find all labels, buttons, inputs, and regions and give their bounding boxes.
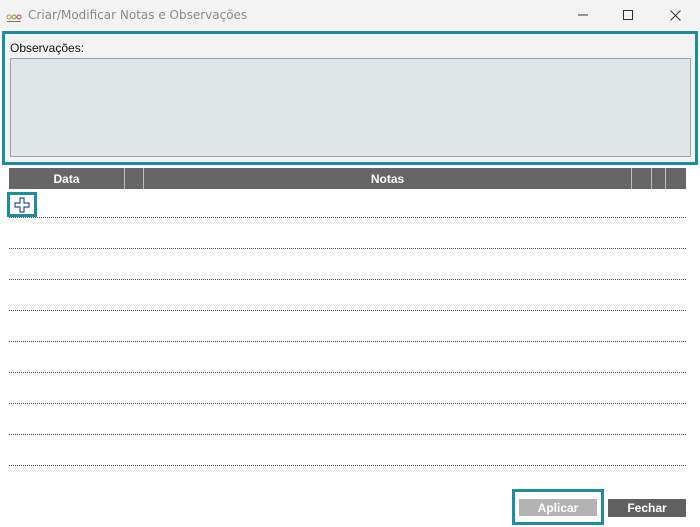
column-separator xyxy=(665,168,666,189)
column-separator xyxy=(124,168,125,189)
column-separator xyxy=(631,168,632,189)
minimize-button[interactable] xyxy=(560,0,606,30)
title-bar: Criar/Modificar Notas e Observações xyxy=(0,0,700,30)
plus-icon xyxy=(14,196,30,213)
close-button[interactable]: Fechar xyxy=(608,499,686,517)
table-row xyxy=(9,248,686,249)
maximize-icon xyxy=(623,10,633,20)
minimize-icon xyxy=(578,14,588,16)
add-note-button[interactable] xyxy=(7,192,37,217)
table-row xyxy=(9,217,686,218)
table-row xyxy=(9,434,686,435)
close-window-button[interactable] xyxy=(652,0,698,30)
window-title: Criar/Modificar Notas e Observações xyxy=(28,8,248,22)
close-icon xyxy=(669,9,681,21)
apply-button-highlight: Aplicar xyxy=(512,489,604,525)
column-header-data[interactable]: Data xyxy=(9,168,124,189)
observations-textarea[interactable] xyxy=(10,58,691,157)
table-row xyxy=(9,310,686,311)
table-row xyxy=(9,465,686,466)
table-row xyxy=(9,403,686,404)
notes-grid-header: Data Notas xyxy=(9,168,686,189)
apply-button[interactable]: Aplicar xyxy=(519,499,597,516)
table-row xyxy=(9,372,686,373)
column-separator xyxy=(651,168,652,189)
maximize-button[interactable] xyxy=(605,0,651,30)
observations-label: Observações: xyxy=(10,41,85,55)
notes-app-icon xyxy=(6,10,22,22)
table-row xyxy=(9,279,686,280)
observations-panel: Observações: xyxy=(2,31,698,165)
table-row xyxy=(9,341,686,342)
column-header-notas[interactable]: Notas xyxy=(144,168,631,189)
